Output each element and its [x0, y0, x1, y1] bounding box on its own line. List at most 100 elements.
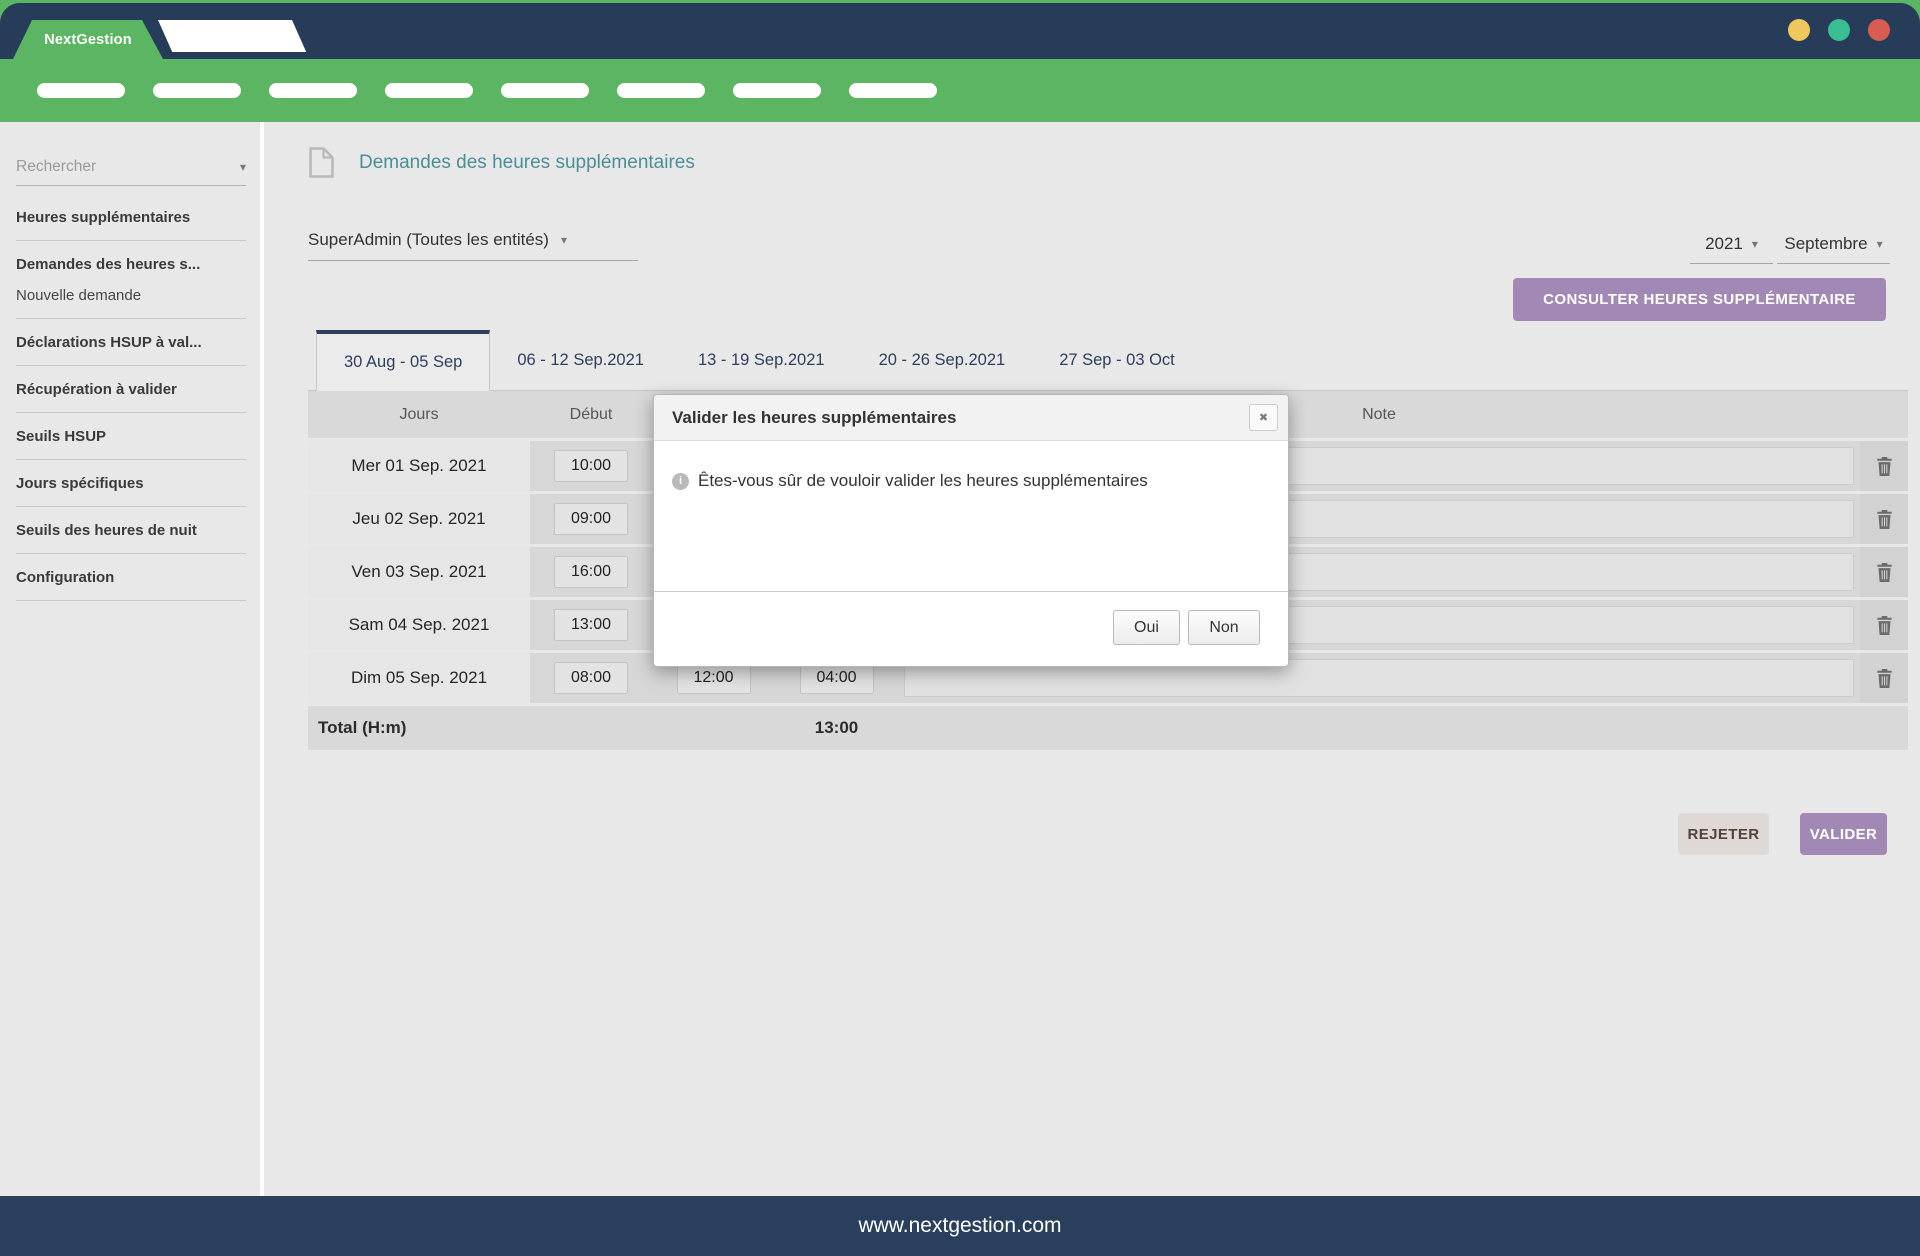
modal-header: Valider les heures supplémentaires: [654, 395, 1288, 441]
footer-url: www.nextgestion.com: [858, 1214, 1061, 1238]
nav-pill-item[interactable]: [617, 83, 705, 98]
window-control-dot[interactable]: [1868, 19, 1890, 41]
modal-message: Êtes-vous sûr de vouloir valider les heu…: [698, 471, 1148, 491]
nav-pill-item[interactable]: [385, 83, 473, 98]
validate-button[interactable]: VALIDER: [1800, 813, 1887, 855]
footer: www.nextgestion.com: [0, 1196, 1920, 1256]
sidebar-subitem[interactable]: Nouvelle demande: [16, 287, 246, 304]
app-window: NextGestion Rechercher ▾ Heures suppléme…: [0, 0, 1920, 1256]
sidebar-item[interactable]: Configuration: [16, 554, 246, 601]
modal-title: Valider les heures supplémentaires: [672, 408, 956, 428]
nav-pill-item[interactable]: [269, 83, 357, 98]
validate-overtime-modal: Valider les heures supplémentaires ✖ i Ê…: [653, 394, 1289, 667]
day-cell: Ven 03 Sep. 2021: [308, 547, 530, 597]
sidebar: Rechercher ▾ Heures supplémentairesDeman…: [0, 122, 264, 1196]
delete-row-button[interactable]: [1860, 653, 1908, 703]
week-tab[interactable]: 20 - 26 Sep.2021: [852, 330, 1033, 390]
day-label: Sam 04 Sep. 2021: [349, 615, 490, 635]
yes-button[interactable]: Oui: [1113, 610, 1180, 645]
info-icon: i: [672, 473, 689, 490]
window-control-dot[interactable]: [1828, 19, 1850, 41]
trash-icon: [1876, 616, 1893, 635]
nav-pill-item[interactable]: [501, 83, 589, 98]
entity-select-value: SuperAdmin (Toutes les entités): [308, 230, 549, 250]
debut-cell: 09:00: [530, 494, 652, 544]
nav-pill-item[interactable]: [733, 83, 821, 98]
day-label: Mer 01 Sep. 2021: [351, 456, 486, 476]
window-control-dot[interactable]: [1788, 19, 1810, 41]
close-icon[interactable]: ✖: [1249, 404, 1278, 431]
search-placeholder: Rechercher: [16, 158, 96, 176]
modal-footer: Oui Non: [654, 591, 1288, 645]
page-title-row: Demandes des heures supplémentaires: [308, 146, 695, 179]
week-tab[interactable]: 30 Aug - 05 Sep: [316, 330, 490, 391]
nav-pill-item[interactable]: [37, 83, 125, 98]
trash-icon: [1876, 457, 1893, 476]
total-value: 13:00: [775, 718, 898, 738]
week-tab[interactable]: 06 - 12 Sep.2021: [490, 330, 671, 390]
debut-input[interactable]: 13:00: [554, 609, 628, 641]
total-label: Total (H:m): [308, 718, 775, 738]
nav-pill-item[interactable]: [849, 83, 937, 98]
debut-input[interactable]: 10:00: [554, 450, 628, 482]
delete-row-button[interactable]: [1860, 600, 1908, 650]
day-label: Ven 03 Sep. 2021: [351, 562, 486, 582]
sidebar-item[interactable]: Heures supplémentaires: [16, 194, 246, 241]
window-controls: [1788, 19, 1890, 41]
consult-overtime-button[interactable]: CONSULTER HEURES SUPPLÉMENTAIRE: [1513, 278, 1886, 321]
sidebar-item-label: Jours spécifiques: [16, 475, 246, 492]
day-cell: Mer 01 Sep. 2021: [308, 441, 530, 491]
chevron-down-icon: ▾: [561, 234, 567, 246]
day-cell: Dim 05 Sep. 2021: [308, 653, 530, 703]
column-header-debut: Début: [530, 406, 652, 424]
chevron-down-icon: ▾: [1752, 238, 1758, 250]
sidebar-menu: Heures supplémentairesDemandes des heure…: [16, 194, 246, 601]
delete-row-button[interactable]: [1860, 494, 1908, 544]
debut-input[interactable]: 09:00: [554, 503, 628, 535]
no-button[interactable]: Non: [1188, 610, 1260, 645]
document-icon: [308, 146, 335, 179]
window-header: NextGestion: [0, 0, 1920, 59]
day-label: Jeu 02 Sep. 2021: [352, 509, 485, 529]
chevron-down-icon: ▾: [1877, 238, 1883, 250]
trash-icon: [1876, 510, 1893, 529]
brand-logo: NextGestion: [13, 20, 163, 59]
debut-cell: 13:00: [530, 600, 652, 650]
debut-input[interactable]: 08:00: [554, 662, 628, 694]
nav-pill-item[interactable]: [153, 83, 241, 98]
sidebar-item[interactable]: Récupération à valider: [16, 366, 246, 413]
day-label: Dim 05 Sep. 2021: [351, 668, 487, 688]
entity-select[interactable]: SuperAdmin (Toutes les entités) ▾: [308, 230, 638, 261]
brand-name: NextGestion: [44, 32, 132, 48]
sidebar-item-label: Configuration: [16, 569, 246, 586]
debut-cell: 16:00: [530, 547, 652, 597]
week-tab[interactable]: 27 Sep - 03 Oct: [1032, 330, 1202, 390]
day-cell: Sam 04 Sep. 2021: [308, 600, 530, 650]
debut-input[interactable]: 16:00: [554, 556, 628, 588]
brand-accent-shape: [158, 20, 306, 52]
page-title: Demandes des heures supplémentaires: [359, 152, 695, 174]
debut-cell: 10:00: [530, 441, 652, 491]
sidebar-item[interactable]: Jours spécifiques: [16, 460, 246, 507]
delete-row-button[interactable]: [1860, 547, 1908, 597]
sidebar-search[interactable]: Rechercher ▾: [16, 158, 246, 186]
modal-body: i Êtes-vous sûr de vouloir valider les h…: [654, 441, 1288, 491]
main-nav-bar: [0, 59, 1920, 122]
sidebar-item[interactable]: Seuils des heures de nuit: [16, 507, 246, 554]
debut-cell: 08:00: [530, 653, 652, 703]
trash-icon: [1876, 669, 1893, 688]
column-header-jours: Jours: [308, 406, 530, 424]
year-select-value: 2021: [1705, 234, 1743, 254]
sidebar-item-label: Déclarations HSUP à val...: [16, 334, 246, 351]
trash-icon: [1876, 563, 1893, 582]
week-tab[interactable]: 13 - 19 Sep.2021: [671, 330, 852, 390]
year-select[interactable]: 2021 ▾: [1690, 234, 1773, 264]
delete-row-button[interactable]: [1860, 441, 1908, 491]
sidebar-item[interactable]: Seuils HSUP: [16, 413, 246, 460]
sidebar-item-label: Seuils HSUP: [16, 428, 246, 445]
month-select[interactable]: Septembre ▾: [1777, 234, 1890, 264]
total-row: Total (H:m) 13:00: [308, 706, 1908, 750]
sidebar-item[interactable]: Déclarations HSUP à val...: [16, 319, 246, 366]
sidebar-item[interactable]: Demandes des heures s...Nouvelle demande: [16, 241, 246, 319]
reject-button[interactable]: REJETER: [1678, 813, 1769, 855]
